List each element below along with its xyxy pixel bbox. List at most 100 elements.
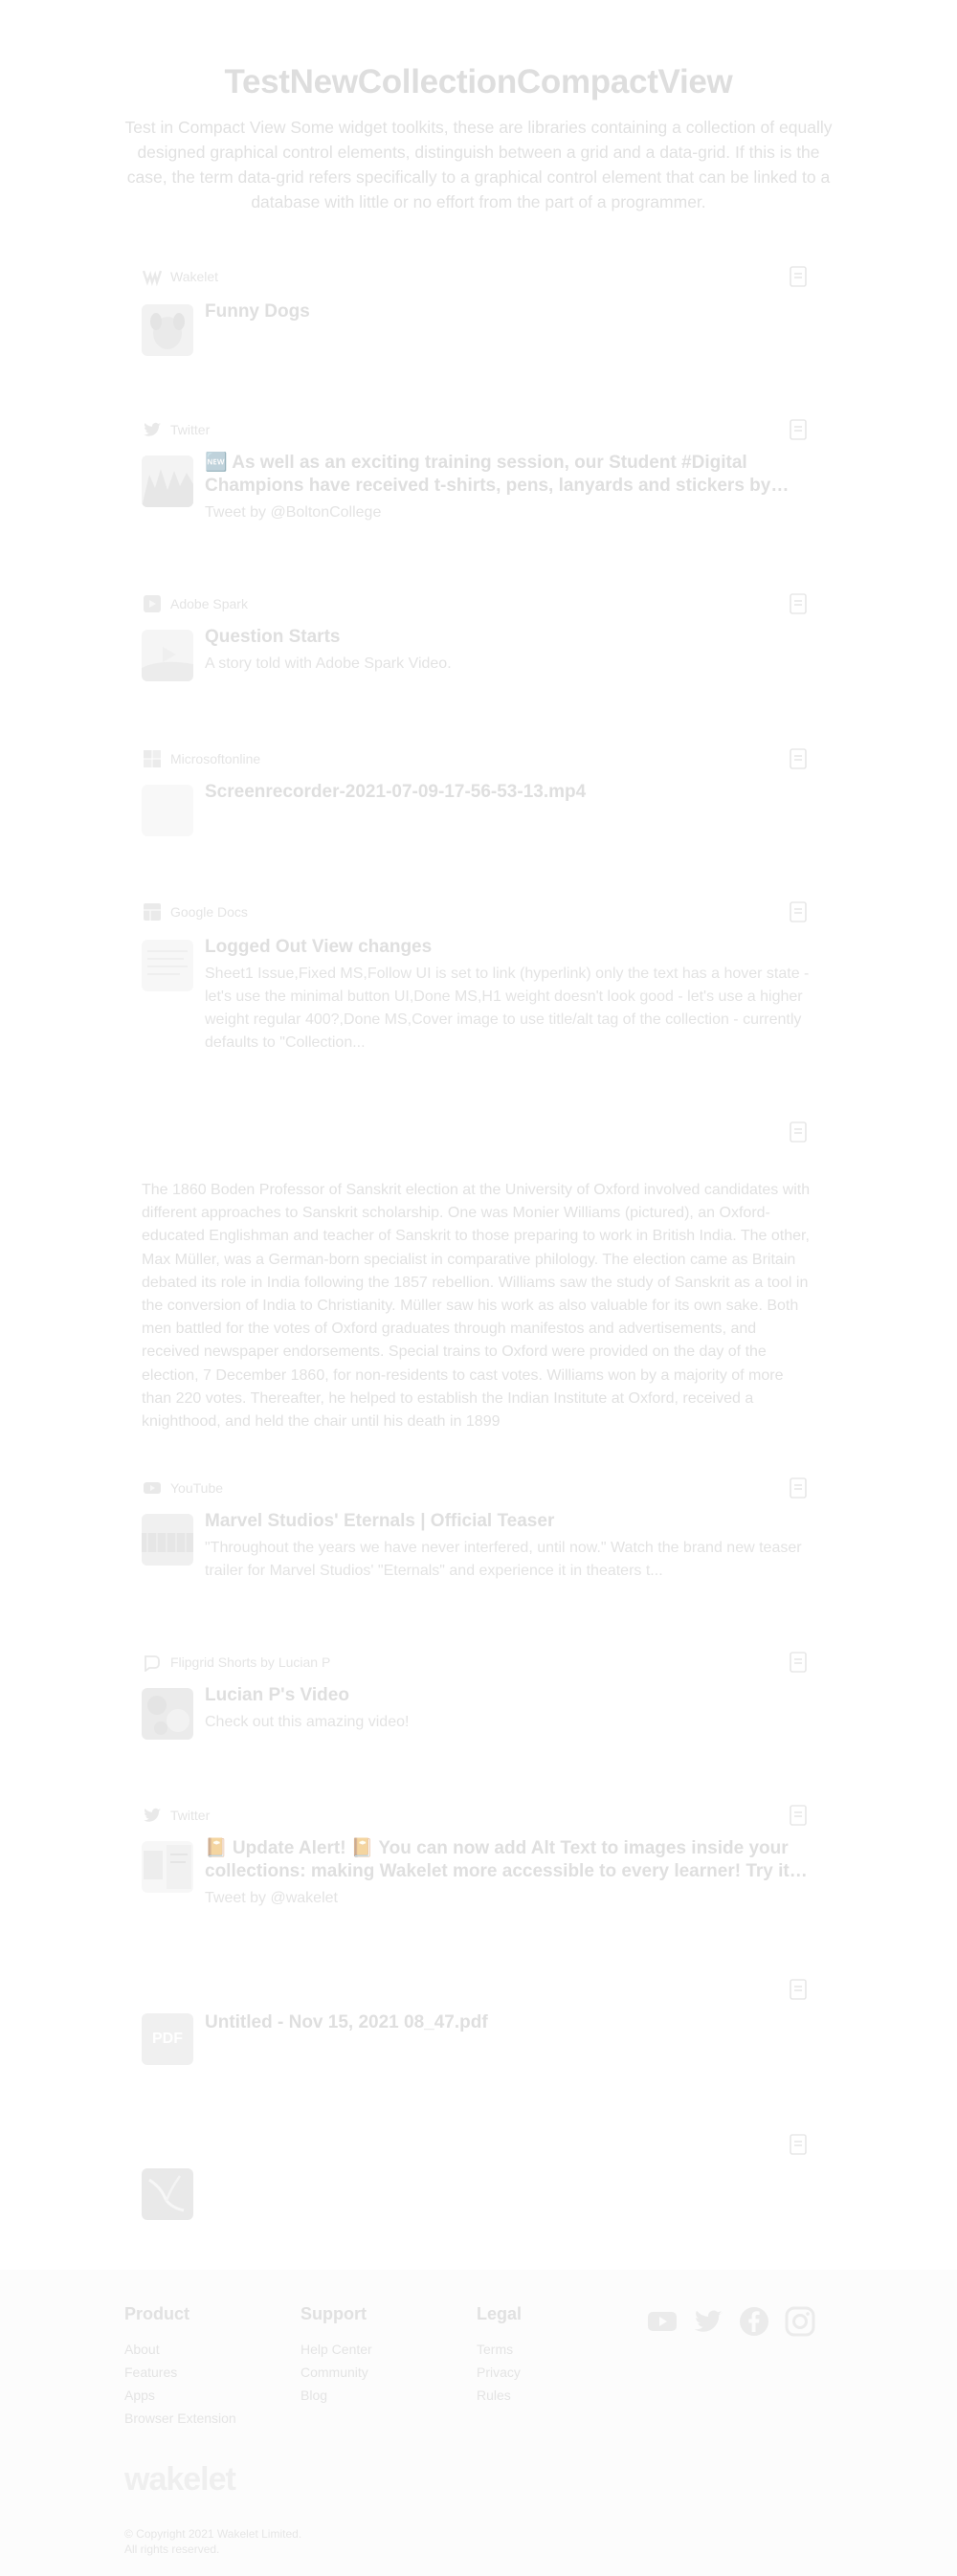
google-docs-icon	[142, 901, 163, 922]
item-title[interactable]: Screenrecorder-2021-07-09-17-56-53-13.mp…	[205, 781, 815, 804]
document-icon[interactable]	[789, 901, 808, 922]
collection-description: Test in Compact View Some widget toolkit…	[124, 118, 833, 211]
item-thumbnail[interactable]	[142, 1688, 193, 1740]
footer-link-about[interactable]: About	[124, 2338, 236, 2361]
note-text: The 1860 Boden Professor of Sanskrit ele…	[142, 1182, 811, 1431]
footer: Product About Features Apps Browser Exte…	[0, 2270, 957, 2576]
item-thumbnail[interactable]	[142, 940, 193, 991]
note-item[interactable]: The 1860 Boden Professor of Sanskrit ele…	[142, 1121, 815, 1430]
list-item[interactable]: PDF Untitled - Nov 15, 2021 08_47.pdf	[142, 1979, 815, 2065]
footer-link-apps[interactable]: Apps	[124, 2384, 236, 2407]
item-source-label: Microsoftonline	[170, 751, 261, 766]
item-description: Tweet by @wakelet	[205, 1890, 338, 1906]
item-title[interactable]: Marvel Studios' Eternals | Official Teas…	[205, 1510, 815, 1533]
list-item[interactable]: Google Docs Logged Out View changes Shee…	[142, 901, 815, 1055]
item-source: YouTube	[142, 1477, 223, 1499]
item-title[interactable]: 📔 Update Alert! 📔 You can now add Alt Te…	[205, 1837, 815, 1883]
item-source-label: YouTube	[170, 1480, 224, 1496]
footer-product: Product About Features Apps Browser Exte…	[124, 2304, 236, 2430]
list-item[interactable]: Twitter 🆕 As well as an exciting trainin…	[142, 419, 815, 524]
item-source-label: Twitter	[170, 422, 211, 437]
document-icon[interactable]	[789, 1652, 808, 1673]
list-item[interactable]: Flipgrid Shorts by Lucian P Lucian P's V…	[142, 1652, 815, 1747]
item-description: A story told with Adobe Spark Video.	[205, 655, 452, 672]
footer-link-help-center[interactable]: Help Center	[300, 2338, 372, 2361]
collection-header: TestNewCollectionCompactView Test in Com…	[124, 59, 833, 214]
instagram-icon[interactable]	[785, 2306, 815, 2337]
document-icon[interactable]	[789, 1805, 808, 1826]
collection-page: TestNewCollectionCompactView Test in Com…	[0, 0, 957, 2576]
footer-link-browser-extension[interactable]: Browser Extension	[124, 2407, 236, 2430]
document-icon[interactable]	[789, 2134, 808, 2155]
item-title[interactable]: Logged Out View changes	[205, 936, 815, 959]
footer-link-blog[interactable]: Blog	[300, 2384, 372, 2407]
document-icon[interactable]	[789, 748, 808, 769]
item-thumbnail[interactable]	[142, 630, 193, 681]
item-source-label: Twitter	[170, 1808, 211, 1823]
document-icon[interactable]	[789, 266, 808, 287]
item-source: Twitter	[142, 419, 210, 440]
item-source: Wakelet	[142, 266, 218, 287]
list-item[interactable]: Wakelet Funny Dogs	[142, 266, 815, 356]
item-title[interactable]: 🆕 As well as an exciting training sessio…	[205, 452, 815, 498]
item-thumbnail[interactable]	[142, 455, 193, 507]
footer-legal: Legal Terms Privacy Rules	[477, 2304, 522, 2407]
twitter-icon	[142, 419, 163, 440]
footer-link-features[interactable]: Features	[124, 2361, 236, 2384]
document-icon[interactable]	[789, 593, 808, 614]
item-title[interactable]: Lucian P's Video	[205, 1684, 815, 1707]
document-icon[interactable]	[789, 419, 808, 440]
adobe-spark-icon	[142, 593, 163, 614]
list-item[interactable]: YouTube Marvel Studios' Eternals | Offic…	[142, 1477, 815, 1583]
item-thumbnail[interactable]	[142, 785, 193, 836]
footer-support: Support Help Center Community Blog	[300, 2304, 372, 2407]
copyright-line: © Copyright 2021 Wakelet Limited.	[124, 2527, 302, 2541]
facebook-icon[interactable]	[739, 2306, 769, 2337]
item-source-label: Google Docs	[170, 904, 248, 920]
item-thumbnail[interactable]	[142, 1841, 193, 1893]
youtube-icon[interactable]	[647, 2306, 678, 2337]
footer-link-terms[interactable]: Terms	[477, 2338, 522, 2361]
microsoft-icon	[142, 748, 163, 769]
document-icon[interactable]	[789, 1979, 808, 2000]
footer-heading: Legal	[477, 2304, 523, 2323]
flipgrid-icon	[142, 1652, 163, 1673]
item-description: Sheet1 Issue,Fixed MS,Follow UI is set t…	[205, 966, 810, 1051]
social-links	[647, 2306, 815, 2337]
pdf-thumbnail[interactable]: PDF	[142, 2013, 193, 2065]
list-item[interactable]: Twitter 📔 Update Alert! 📔 You can now ad…	[142, 1805, 815, 1910]
document-icon[interactable]	[789, 1477, 808, 1499]
wakelet-logo[interactable]: wakelet	[124, 2461, 236, 2498]
footer-heading: Support	[300, 2304, 367, 2323]
item-source: Flipgrid Shorts by Lucian P	[142, 1652, 330, 1673]
item-title[interactable]: Question Starts	[205, 626, 815, 649]
footer-link-rules[interactable]: Rules	[477, 2384, 522, 2407]
item-description: Tweet by @BoltonCollege	[205, 504, 382, 521]
list-item[interactable]: Adobe Spark Question Starts A story told…	[142, 593, 815, 689]
item-source: Google Docs	[142, 901, 248, 922]
list-item[interactable]: Microsoftonline Screenrecorder-2021-07-0…	[142, 748, 815, 836]
item-source: Microsoftonline	[142, 748, 260, 769]
item-title[interactable]: Untitled - Nov 15, 2021 08_47.pdf	[205, 2011, 815, 2034]
twitter-icon	[142, 1805, 163, 1826]
collection-title: TestNewCollectionCompactView	[224, 63, 733, 100]
wakelet-icon	[142, 266, 163, 287]
item-source-label: Wakelet	[170, 269, 219, 284]
item-title[interactable]: Funny Dogs	[205, 300, 815, 323]
item-thumbnail[interactable]	[142, 304, 193, 356]
footer-link-privacy[interactable]: Privacy	[477, 2361, 522, 2384]
document-icon[interactable]	[789, 1121, 808, 1143]
footer-link-community[interactable]: Community	[300, 2361, 372, 2384]
footer-heading: Product	[124, 2304, 190, 2323]
item-thumbnail[interactable]	[142, 1514, 193, 1566]
copyright-line: All rights reserved.	[124, 2543, 220, 2556]
youtube-icon	[142, 1477, 163, 1499]
item-description: Check out this amazing video!	[205, 1714, 410, 1730]
item-description: "Throughout the years we have never inte…	[205, 1540, 802, 1579]
list-item[interactable]	[142, 2134, 815, 2220]
twitter-icon[interactable]	[693, 2306, 723, 2337]
copyright: © Copyright 2021 Wakelet Limited. All ri…	[124, 2526, 301, 2557]
item-source: Twitter	[142, 1805, 210, 1826]
item-source-label: Flipgrid Shorts by Lucian P	[170, 1654, 331, 1670]
image-thumbnail[interactable]	[142, 2168, 193, 2220]
